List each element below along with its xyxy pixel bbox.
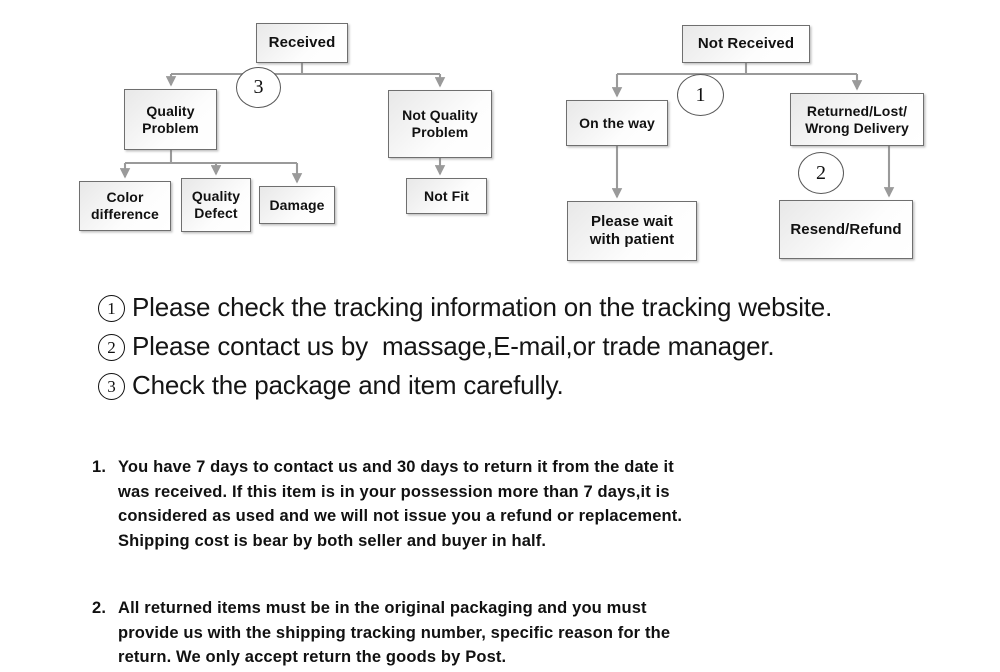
instruction-text: Please check the tracking information on… bbox=[132, 292, 833, 322]
flow-node-not-fit[interactable]: Not Fit bbox=[406, 178, 487, 214]
flow-node-quality-defect[interactable]: Quality Defect bbox=[181, 178, 251, 232]
flow-node-color-difference[interactable]: Color difference bbox=[79, 181, 171, 231]
flow-node-please-wait[interactable]: Please wait with patient bbox=[567, 201, 697, 261]
flow-node-not-quality-problem[interactable]: Not Quality Problem bbox=[388, 90, 492, 158]
flow-node-damage[interactable]: Damage bbox=[259, 186, 335, 224]
instruction-item: 3 Check the package and item carefully. bbox=[98, 368, 928, 407]
policy-text: All returned items must be in the origin… bbox=[118, 599, 671, 666]
flow-marker-2: 2 bbox=[798, 152, 844, 194]
instruction-text: Check the package and item carefully. bbox=[132, 370, 564, 400]
policy-item: 1. You have 7 days to contact us and 30 … bbox=[92, 455, 912, 553]
flow-node-not-received[interactable]: Not Received bbox=[682, 25, 810, 63]
flow-node-on-the-way[interactable]: On the way bbox=[566, 100, 668, 146]
returns-flowchart: Received Quality Problem Not Quality Pro… bbox=[0, 0, 1000, 280]
instruction-number-circle: 1 bbox=[98, 295, 125, 322]
flow-marker-1: 1 bbox=[677, 74, 724, 116]
flow-node-returned-lost-wrong-delivery[interactable]: Returned/Lost/ Wrong Delivery bbox=[790, 93, 924, 146]
policy-text: You have 7 days to contact us and 30 day… bbox=[118, 458, 683, 550]
page-root: Received Quality Problem Not Quality Pro… bbox=[0, 0, 1000, 672]
instruction-number-circle: 2 bbox=[98, 334, 125, 361]
flow-node-received[interactable]: Received bbox=[256, 23, 348, 63]
instruction-text: Please contact us by massage,E-mail,or t… bbox=[132, 331, 775, 361]
policy-number: 1. bbox=[92, 458, 107, 476]
policy-item: 2. All returned items must be in the ori… bbox=[92, 596, 912, 670]
flow-marker-3: 3 bbox=[236, 67, 281, 108]
flow-node-quality-problem[interactable]: Quality Problem bbox=[124, 89, 217, 150]
instruction-number-circle: 3 bbox=[98, 373, 125, 400]
policy-number: 2. bbox=[92, 599, 107, 617]
policy-list: 1. You have 7 days to contact us and 30 … bbox=[92, 455, 912, 670]
flow-node-resend-refund[interactable]: Resend/Refund bbox=[779, 200, 913, 259]
instruction-item: 1 Please check the tracking information … bbox=[98, 290, 928, 329]
instruction-list: 1 Please check the tracking information … bbox=[98, 290, 928, 407]
instruction-item: 2 Please contact us by massage,E-mail,or… bbox=[98, 329, 928, 368]
